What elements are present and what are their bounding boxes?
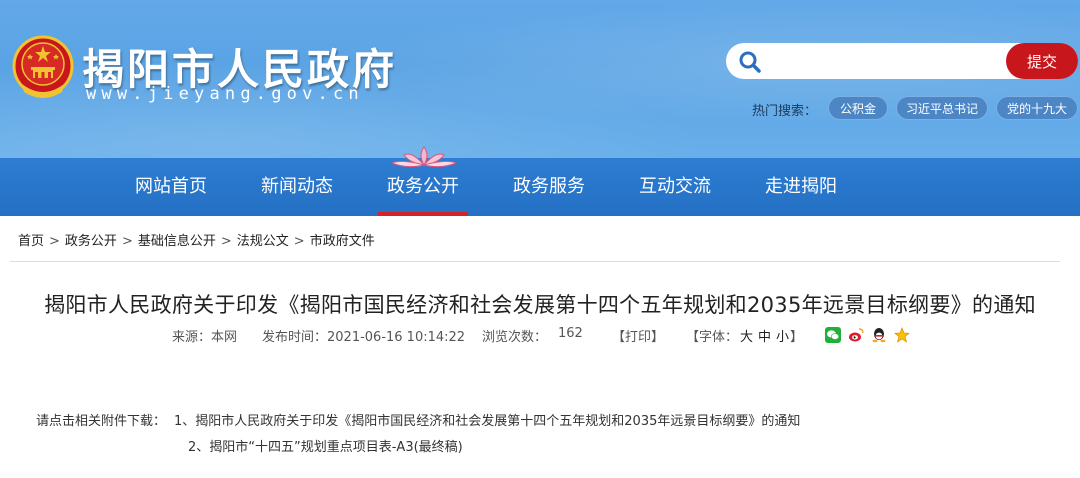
nav-item-interaction[interactable]: 互动交流 xyxy=(620,158,730,216)
attachment-link-1[interactable]: 1、揭阳市人民政府关于印发《揭阳市国民经济和社会发展第十四个五年规划和2035年… xyxy=(174,410,800,429)
lotus-decoration-icon xyxy=(390,146,458,168)
breadcrumb-separator: > xyxy=(293,234,305,249)
font-size-close: 】 xyxy=(790,330,804,345)
breadcrumb-regulations[interactable]: 法规公文 xyxy=(237,222,289,262)
hot-tag-19th-congress[interactable]: 党的十九大 xyxy=(996,96,1078,120)
font-size-small[interactable]: 小 xyxy=(776,326,789,345)
search-icon[interactable] xyxy=(738,50,762,74)
article-publish-time: 发布时间：2021-06-16 10:14:22 xyxy=(262,330,466,345)
breadcrumb-separator: > xyxy=(49,234,60,249)
article-source: 来源：本网 xyxy=(172,330,238,345)
qzone-icon[interactable] xyxy=(894,327,911,343)
search-input[interactable] xyxy=(770,47,1000,75)
nav-item-news[interactable]: 新闻动态 xyxy=(242,158,352,216)
font-size-large[interactable]: 大 xyxy=(740,326,753,345)
attachment-link-2[interactable]: 2、揭阳市“十四五”规划重点项目表-A3(最终稿) xyxy=(188,436,463,455)
breadcrumb-gov-info[interactable]: 政务公开 xyxy=(65,222,117,262)
font-size-label: 【字体： xyxy=(686,330,739,345)
nav-item-home[interactable]: 网站首页 xyxy=(116,158,226,216)
breadcrumb-basic-info[interactable]: 基础信息公开 xyxy=(138,222,216,262)
national-emblem-icon xyxy=(12,35,74,98)
main-nav: 网站首页 新闻动态 政务公开 政务服务 互动交流 走进揭阳 xyxy=(0,158,1080,216)
hot-search-label: 热门搜索： xyxy=(752,104,818,119)
attachment-download-label: 请点击相关附件下载： xyxy=(36,414,167,429)
site-url: www.jieyang.gov.cn xyxy=(86,84,364,104)
site-header: 揭阳市人民政府 www.jieyang.gov.cn 提交 热门搜索： 公积金 … xyxy=(0,0,1080,158)
qq-icon[interactable] xyxy=(871,327,887,343)
article-views-count: 162 xyxy=(558,326,583,341)
nav-item-about-jieyang[interactable]: 走进揭阳 xyxy=(746,158,856,216)
article-title: 揭阳市人民政府关于印发《揭阳市国民经济和社会发展第十四个五年规划和2035年远景… xyxy=(44,293,1036,317)
breadcrumb-separator: > xyxy=(121,234,133,249)
article-views-label: 浏览次数： xyxy=(482,330,548,345)
hot-tag-xi-jinping[interactable]: 习近平总书记 xyxy=(896,96,988,120)
search-submit-button[interactable]: 提交 xyxy=(1006,43,1078,79)
font-size-medium[interactable]: 中 xyxy=(758,326,771,345)
breadcrumb-city-docs[interactable]: 市政府文件 xyxy=(310,222,375,262)
wechat-icon[interactable] xyxy=(825,327,841,343)
breadcrumb-separator: > xyxy=(220,234,232,249)
breadcrumb: 首页 > 政务公开 > 基础信息公开 > 法规公文 > 市政府文件 xyxy=(10,222,1060,262)
breadcrumb-home[interactable]: 首页 xyxy=(18,222,44,262)
nav-item-gov-service[interactable]: 政务服务 xyxy=(494,158,604,216)
hot-tag-housing-fund[interactable]: 公积金 xyxy=(828,96,888,120)
print-button[interactable]: 【打印】 xyxy=(612,326,664,345)
weibo-icon[interactable] xyxy=(848,327,864,343)
share-icons xyxy=(825,327,912,343)
